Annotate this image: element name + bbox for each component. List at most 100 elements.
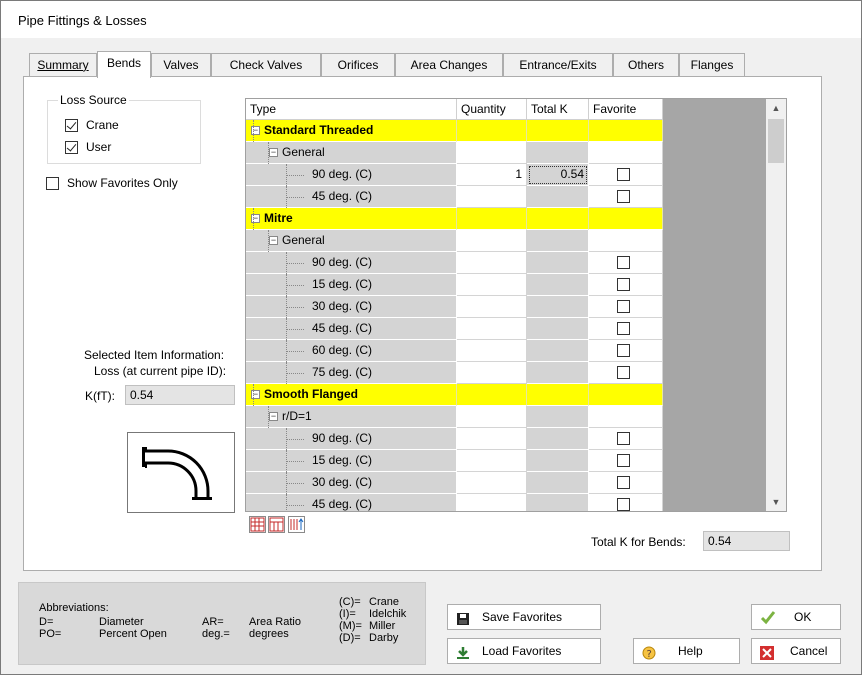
- type-cell[interactable]: − r/D=1: [246, 406, 457, 428]
- collapse-all-icon[interactable]: [268, 516, 285, 533]
- col-header-type[interactable]: Type: [246, 99, 457, 120]
- favorite-cell[interactable]: [589, 472, 663, 494]
- cancel-button[interactable]: Cancel: [751, 638, 841, 664]
- expand-all-icon[interactable]: [249, 516, 266, 533]
- collapse-node-icon[interactable]: −: [269, 412, 278, 421]
- type-cell[interactable]: − Standard Threaded: [246, 120, 457, 142]
- tab-check-valves[interactable]: Check Valves: [211, 53, 321, 77]
- save-favorites-button[interactable]: Save Favorites: [447, 604, 601, 630]
- quantity-cell[interactable]: [457, 186, 527, 208]
- table-row[interactable]: 45 deg. (C): [246, 186, 663, 208]
- table-row[interactable]: 30 deg. (C): [246, 472, 663, 494]
- favorite-checkbox[interactable]: [617, 256, 630, 269]
- col-header-favorite[interactable]: Favorite: [589, 99, 663, 120]
- tab-flanges[interactable]: Flanges: [679, 53, 745, 77]
- favorite-checkbox[interactable]: [617, 432, 630, 445]
- quantity-cell[interactable]: [457, 450, 527, 472]
- favorite-cell[interactable]: [589, 494, 663, 511]
- quantity-cell[interactable]: [457, 428, 527, 450]
- scroll-down-icon[interactable]: ▼: [766, 493, 786, 511]
- collapse-node-icon[interactable]: −: [269, 148, 278, 157]
- table-row[interactable]: 90 deg. (C): [246, 252, 663, 274]
- favorite-checkbox[interactable]: [617, 366, 630, 379]
- category-row[interactable]: − Smooth Flanged: [246, 384, 663, 406]
- table-row[interactable]: 15 deg. (C): [246, 274, 663, 296]
- crane-checkbox[interactable]: [65, 119, 78, 132]
- tab-area-changes[interactable]: Area Changes: [395, 53, 503, 77]
- table-row[interactable]: 75 deg. (C): [246, 362, 663, 384]
- grid-scrollbar[interactable]: ▲ ▼: [766, 99, 786, 511]
- table-row[interactable]: 45 deg. (C): [246, 318, 663, 340]
- quantity-cell[interactable]: [457, 494, 527, 511]
- scroll-up-icon[interactable]: ▲: [766, 99, 786, 117]
- scroll-thumb[interactable]: [768, 119, 784, 163]
- favorite-checkbox[interactable]: [617, 454, 630, 467]
- user-checkbox[interactable]: [65, 141, 78, 154]
- col-header-quantity[interactable]: Quantity: [457, 99, 527, 120]
- favorite-checkbox[interactable]: [617, 300, 630, 313]
- type-cell[interactable]: − General: [246, 230, 457, 252]
- tab-entrance-exits[interactable]: Entrance/Exits: [503, 53, 613, 77]
- table-row[interactable]: 45 deg. (C): [246, 494, 663, 511]
- favorite-checkbox[interactable]: [617, 278, 630, 291]
- table-row[interactable]: 30 deg. (C): [246, 296, 663, 318]
- ok-button[interactable]: OK: [751, 604, 841, 630]
- quantity-cell[interactable]: [457, 274, 527, 296]
- table-row[interactable]: 15 deg. (C): [246, 450, 663, 472]
- type-cell[interactable]: 45 deg. (C): [246, 318, 457, 340]
- quantity-cell[interactable]: [457, 472, 527, 494]
- type-cell[interactable]: − General: [246, 142, 457, 164]
- group-row[interactable]: − r/D=1: [246, 406, 663, 428]
- tab-bends[interactable]: Bends: [97, 51, 151, 78]
- show-favorites-checkbox[interactable]: [46, 177, 59, 190]
- tab-summary[interactable]: Summary: [29, 53, 97, 77]
- favorite-checkbox[interactable]: [617, 498, 630, 511]
- favorite-cell[interactable]: [589, 274, 663, 296]
- collapse-node-icon[interactable]: −: [269, 236, 278, 245]
- sort-columns-icon[interactable]: [288, 516, 305, 533]
- favorite-checkbox[interactable]: [617, 476, 630, 489]
- table-row[interactable]: 90 deg. (C): [246, 428, 663, 450]
- help-button[interactable]: ? Help: [633, 638, 740, 664]
- group-row[interactable]: − General: [246, 230, 663, 252]
- type-cell[interactable]: 30 deg. (C): [246, 472, 457, 494]
- favorite-cell[interactable]: [589, 318, 663, 340]
- quantity-cell[interactable]: 1: [457, 164, 527, 186]
- bends-grid[interactable]: Type Quantity Total K Favorite − Standard…: [245, 98, 787, 512]
- quantity-cell[interactable]: [457, 296, 527, 318]
- type-cell[interactable]: − Smooth Flanged: [246, 384, 457, 406]
- type-cell[interactable]: 75 deg. (C): [246, 362, 457, 384]
- type-cell[interactable]: − Mitre: [246, 208, 457, 230]
- quantity-cell[interactable]: [457, 318, 527, 340]
- type-cell[interactable]: 15 deg. (C): [246, 274, 457, 296]
- type-cell[interactable]: 60 deg. (C): [246, 340, 457, 362]
- table-row[interactable]: 90 deg. (C) 1 0.54: [246, 164, 663, 186]
- favorite-cell[interactable]: [589, 252, 663, 274]
- favorite-cell[interactable]: [589, 450, 663, 472]
- tab-valves[interactable]: Valves: [151, 53, 211, 77]
- type-cell[interactable]: 90 deg. (C): [246, 428, 457, 450]
- favorite-checkbox[interactable]: [617, 168, 630, 181]
- favorite-cell[interactable]: [589, 164, 663, 186]
- favorite-cell[interactable]: [589, 362, 663, 384]
- type-cell[interactable]: 30 deg. (C): [246, 296, 457, 318]
- favorite-checkbox[interactable]: [617, 322, 630, 335]
- type-cell[interactable]: 90 deg. (C): [246, 164, 457, 186]
- favorite-checkbox[interactable]: [617, 190, 630, 203]
- quantity-cell[interactable]: [457, 340, 527, 362]
- favorite-checkbox[interactable]: [617, 344, 630, 357]
- group-row[interactable]: − General: [246, 142, 663, 164]
- category-row[interactable]: − Standard Threaded: [246, 120, 663, 142]
- load-favorites-button[interactable]: Load Favorites: [447, 638, 601, 664]
- favorite-cell[interactable]: [589, 186, 663, 208]
- col-header-total-k[interactable]: Total K: [527, 99, 589, 120]
- table-row[interactable]: 60 deg. (C): [246, 340, 663, 362]
- favorite-cell[interactable]: [589, 428, 663, 450]
- favorite-cell[interactable]: [589, 296, 663, 318]
- type-cell[interactable]: 15 deg. (C): [246, 450, 457, 472]
- type-cell[interactable]: 90 deg. (C): [246, 252, 457, 274]
- type-cell[interactable]: 45 deg. (C): [246, 494, 457, 511]
- quantity-cell[interactable]: [457, 362, 527, 384]
- tab-orifices[interactable]: Orifices: [321, 53, 395, 77]
- quantity-cell[interactable]: [457, 252, 527, 274]
